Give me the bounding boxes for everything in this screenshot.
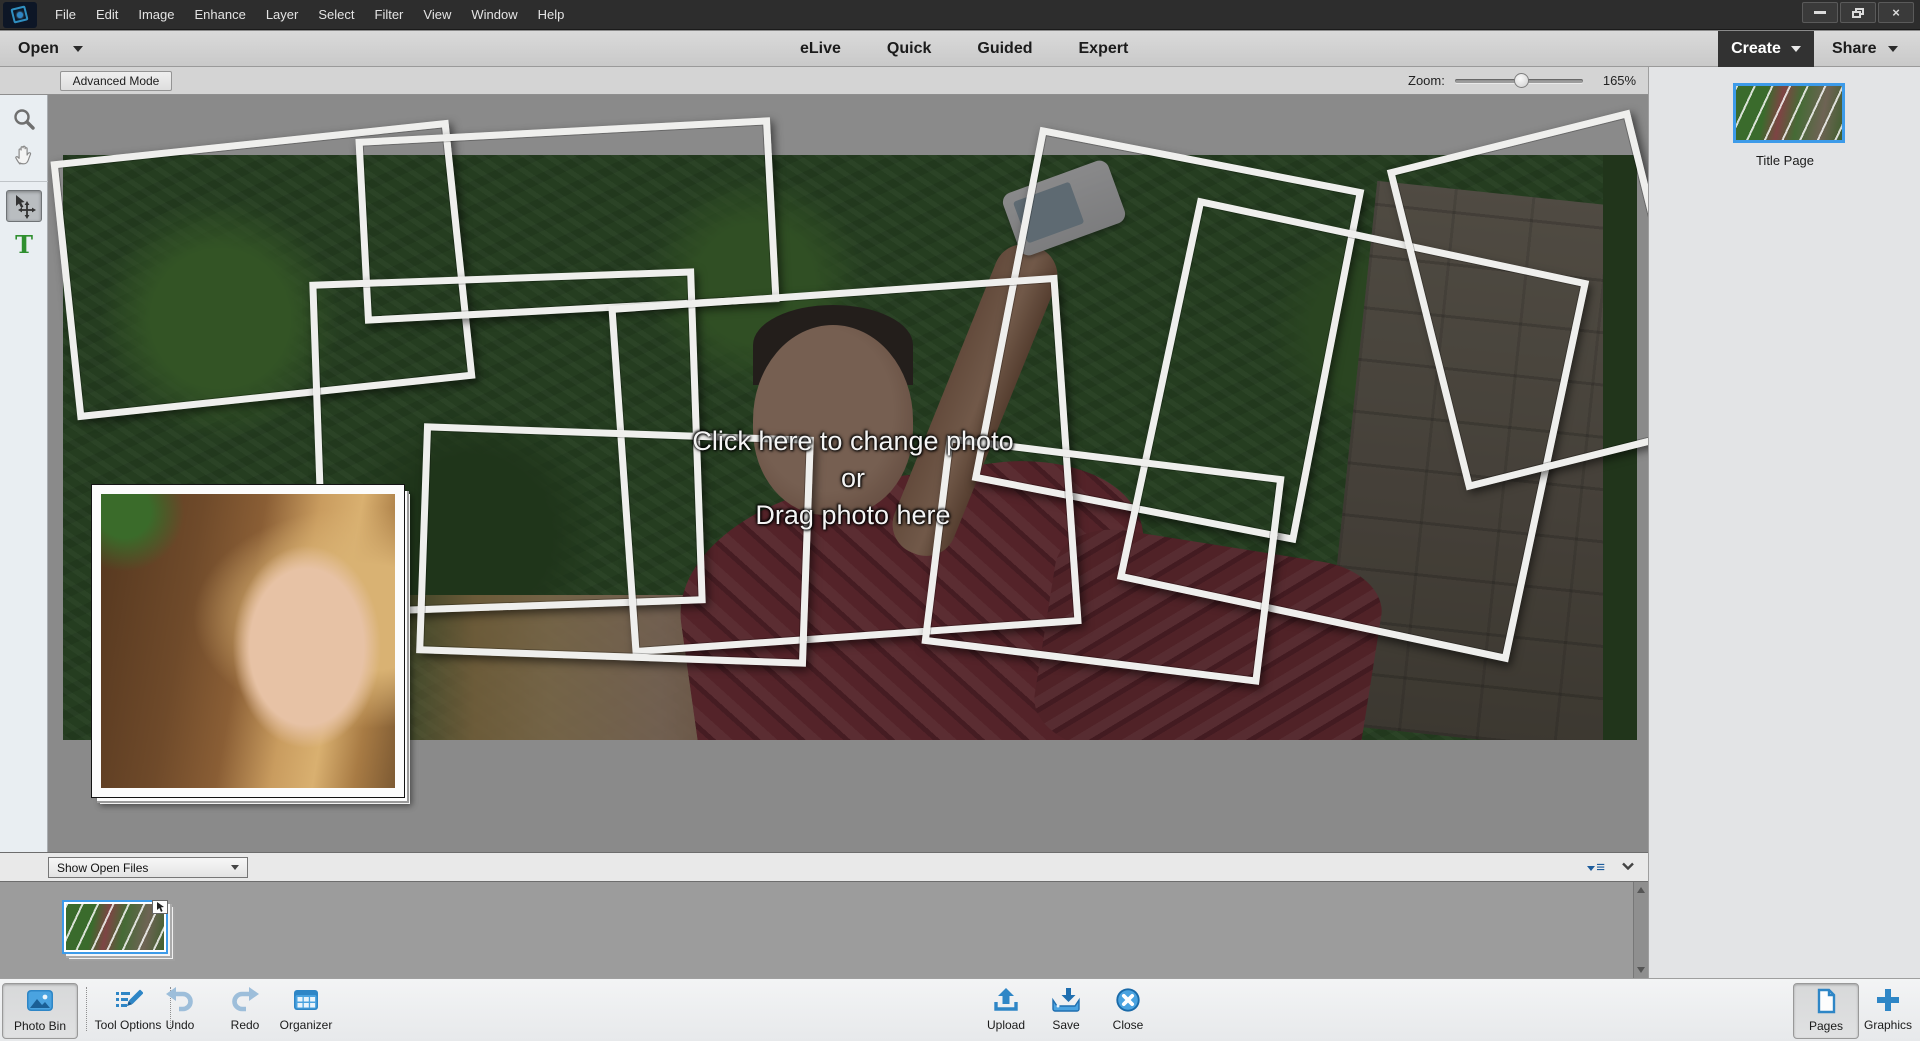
menu-file[interactable]: File xyxy=(45,1,86,28)
share-button[interactable]: Share xyxy=(1832,31,1898,66)
open-label: Open xyxy=(18,40,59,58)
type-tool-button[interactable]: T xyxy=(0,227,48,263)
zoom-label: Zoom: xyxy=(1408,73,1445,88)
open-button[interactable]: Open xyxy=(18,31,83,66)
panel-menu-icon[interactable]: ≡ xyxy=(1587,859,1604,876)
undo-icon xyxy=(165,983,195,1017)
tab-guided[interactable]: Guided xyxy=(977,40,1032,58)
pages-panel: Title Page xyxy=(1648,67,1920,978)
placeholder-line-1: Click here to change photo xyxy=(568,423,1138,460)
show-open-files-dropdown[interactable]: Show Open Files xyxy=(48,857,248,878)
organizer-icon xyxy=(291,983,321,1017)
organizer-button[interactable]: Organizer xyxy=(268,983,344,1039)
close-circle-icon xyxy=(1113,983,1143,1017)
pages-icon xyxy=(1812,984,1840,1018)
title-page-thumbnail[interactable] xyxy=(1733,83,1845,143)
move-tool-icon xyxy=(11,193,37,219)
zoom-slider-handle[interactable] xyxy=(1514,73,1529,88)
taskbar-label: Photo Bin xyxy=(14,1019,66,1033)
tab-elive[interactable]: eLive xyxy=(800,40,841,58)
move-tool-button[interactable] xyxy=(0,181,48,223)
chevron-down-icon xyxy=(73,46,83,52)
options-bar: Advanced Mode Zoom: 165% xyxy=(0,67,1648,95)
type-tool-icon: T xyxy=(15,233,33,257)
tab-quick[interactable]: Quick xyxy=(887,40,931,58)
hand-tool-icon xyxy=(12,143,36,167)
create-label: Create xyxy=(1731,40,1781,58)
taskbar-label: Organizer xyxy=(280,1018,333,1032)
action-bar: Open eLive Quick Guided Expert Create Sh… xyxy=(0,31,1920,67)
chevron-down-icon xyxy=(1888,46,1898,52)
taskbar-label: Redo xyxy=(231,1018,260,1032)
placeholder-line-3: Drag photo here xyxy=(568,497,1138,534)
zoom-control: Zoom: 165% xyxy=(1408,67,1636,94)
photo-bin-icon xyxy=(25,984,55,1018)
graphics-button[interactable]: Graphics xyxy=(1858,983,1918,1039)
menu-enhance[interactable]: Enhance xyxy=(185,1,256,28)
menu-bar: File Edit Image Enhance Layer Select Fil… xyxy=(0,0,1920,30)
zoom-value: 165% xyxy=(1603,73,1636,88)
photoshop-elements-logo-icon xyxy=(3,2,37,28)
placeholder-line-2: or xyxy=(568,460,1138,497)
menu-view[interactable]: View xyxy=(413,1,461,28)
mode-tabs: eLive Quick Guided Expert xyxy=(800,31,1128,66)
menu-help[interactable]: Help xyxy=(528,1,575,28)
taskbar-label: Pages xyxy=(1809,1019,1843,1033)
zoom-tool-button[interactable] xyxy=(0,101,48,137)
move-tool-pressed-state xyxy=(6,190,42,222)
tool-options-icon xyxy=(113,983,143,1017)
create-button[interactable]: Create xyxy=(1718,31,1814,67)
minimize-icon[interactable] xyxy=(1802,2,1838,23)
chevron-down-icon xyxy=(231,865,239,870)
hand-tool-button[interactable] xyxy=(0,137,48,173)
zoom-slider[interactable] xyxy=(1455,79,1583,83)
taskbar: Photo Bin Tool Options xyxy=(0,978,1920,1041)
redo-icon xyxy=(230,983,260,1017)
collapse-chevron-icon[interactable] xyxy=(1622,862,1634,870)
scroll-up-icon[interactable] xyxy=(1637,887,1645,893)
filled-photo-frame[interactable] xyxy=(92,485,404,797)
menu-layer[interactable]: Layer xyxy=(256,1,309,28)
taskbar-label: Save xyxy=(1052,1018,1079,1032)
menu-select[interactable]: Select xyxy=(308,1,364,28)
show-open-files-value: Show Open Files xyxy=(57,861,148,875)
chevron-down-icon xyxy=(1791,46,1801,52)
window-controls: × xyxy=(1802,2,1914,23)
photo-bin-header: Show Open Files ≡ xyxy=(0,852,1648,882)
taskbar-label: Upload xyxy=(987,1018,1025,1032)
taskbar-label: Close xyxy=(1113,1018,1144,1032)
menu-edit[interactable]: Edit xyxy=(86,1,128,28)
restore-icon[interactable] xyxy=(1840,2,1876,23)
close-button[interactable]: Close xyxy=(1090,983,1166,1039)
advanced-mode-button[interactable]: Advanced Mode xyxy=(60,71,172,91)
save-icon xyxy=(1050,983,1082,1017)
project-badge-icon xyxy=(152,900,168,914)
photo-bin xyxy=(0,882,1648,978)
share-label: Share xyxy=(1832,40,1876,58)
menu-filter[interactable]: Filter xyxy=(365,1,414,28)
taskbar-label: Undo xyxy=(166,1018,195,1032)
photo-bin-scrollbar[interactable] xyxy=(1633,882,1648,978)
open-file-thumbnail[interactable] xyxy=(62,900,168,954)
scroll-down-icon[interactable] xyxy=(1637,967,1645,973)
close-icon[interactable]: × xyxy=(1878,2,1914,23)
pages-button[interactable]: Pages xyxy=(1793,983,1859,1039)
menu-items: File Edit Image Enhance Layer Select Fil… xyxy=(45,1,574,28)
menu-image[interactable]: Image xyxy=(128,1,184,28)
photo-placeholder-text[interactable]: Click here to change photo or Drag photo… xyxy=(568,423,1138,534)
upload-icon xyxy=(991,983,1021,1017)
separator xyxy=(86,987,87,1031)
photo-bin-button[interactable]: Photo Bin xyxy=(2,983,78,1039)
zoom-tool-icon xyxy=(12,107,36,131)
tool-column: T xyxy=(0,95,48,852)
tab-expert[interactable]: Expert xyxy=(1079,40,1129,58)
editor-canvas[interactable]: Click here to change photo or Drag photo… xyxy=(48,95,1648,852)
menu-window[interactable]: Window xyxy=(461,1,527,28)
graphics-plus-icon xyxy=(1874,983,1902,1017)
taskbar-label: Graphics xyxy=(1864,1018,1912,1032)
title-page-label: Title Page xyxy=(1649,153,1920,168)
